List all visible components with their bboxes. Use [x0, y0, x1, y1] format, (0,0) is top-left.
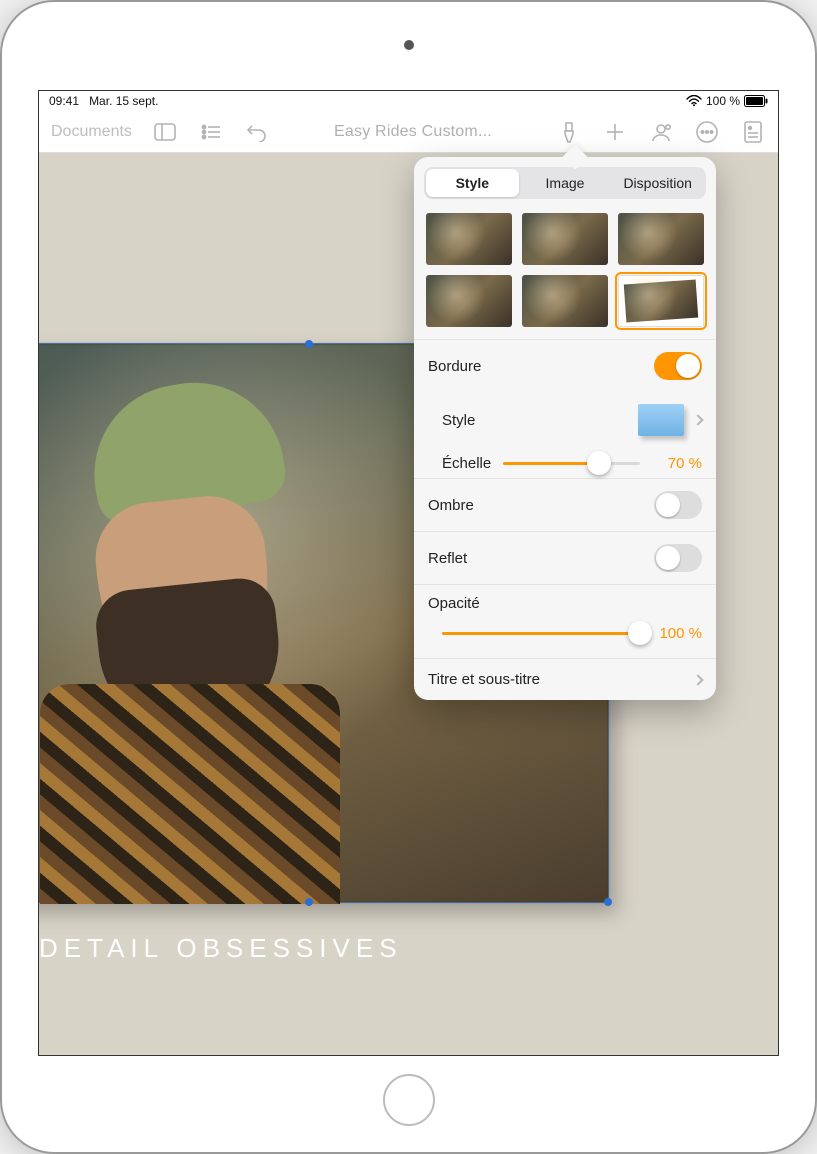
border-style-label: Style: [442, 412, 475, 429]
opacite-row: Opacité 100 %: [414, 584, 716, 658]
titre-row[interactable]: Titre et sous-titre: [414, 658, 716, 700]
bordure-label: Bordure: [428, 358, 481, 375]
page-thumbnails-icon[interactable]: [740, 119, 766, 145]
battery-percent: 100 %: [706, 94, 740, 108]
front-camera: [404, 40, 414, 50]
status-right: 100 %: [686, 94, 768, 108]
resize-handle[interactable]: [305, 340, 313, 348]
collaborate-icon[interactable]: [648, 119, 674, 145]
style-row[interactable]: Style: [414, 392, 716, 448]
style-preset[interactable]: [426, 213, 512, 265]
style-preset-selected[interactable]: [618, 275, 704, 327]
style-preset[interactable]: [618, 213, 704, 265]
battery-icon: [744, 95, 768, 107]
document-title[interactable]: Easy Rides Custom...: [334, 123, 492, 141]
ombre-toggle[interactable]: [654, 491, 702, 519]
more-icon[interactable]: [694, 119, 720, 145]
ombre-row: Ombre: [414, 478, 716, 531]
undo-icon[interactable]: [244, 119, 270, 145]
ipad-frame: 09:41 Mar. 15 sept. 100 % Documents: [0, 0, 817, 1154]
style-preset[interactable]: [522, 213, 608, 265]
status-time: 09:41: [49, 94, 79, 108]
opacite-slider[interactable]: [442, 622, 640, 644]
tab-style[interactable]: Style: [426, 169, 519, 197]
style-preset[interactable]: [522, 275, 608, 327]
reflet-toggle[interactable]: [654, 544, 702, 572]
echelle-slider[interactable]: [503, 452, 640, 474]
echelle-value: 70 %: [650, 455, 702, 472]
border-style-swatch: [638, 404, 684, 436]
status-date: Mar. 15 sept.: [89, 94, 158, 108]
reflet-row: Reflet: [414, 531, 716, 584]
ombre-label: Ombre: [428, 497, 474, 514]
resize-handle[interactable]: [604, 898, 612, 906]
echelle-row: Échelle 70 %: [414, 448, 716, 478]
outline-icon[interactable]: [198, 119, 224, 145]
wifi-icon: [686, 95, 702, 107]
style-preset[interactable]: [426, 275, 512, 327]
sidebar-toggle-icon[interactable]: [152, 119, 178, 145]
bordure-toggle[interactable]: [654, 352, 702, 380]
format-brush-icon[interactable]: [556, 119, 582, 145]
reflet-label: Reflet: [428, 550, 467, 567]
opacite-value: 100 %: [650, 625, 702, 642]
format-popover: Style Image Disposition Bordure Style: [414, 157, 716, 700]
chevron-right-icon: [692, 414, 703, 425]
documents-back-button[interactable]: Documents: [51, 123, 132, 141]
titre-label: Titre et sous-titre: [428, 671, 540, 688]
toolbar: Documents Easy Rides Custom...: [39, 111, 778, 153]
tab-disposition[interactable]: Disposition: [611, 169, 704, 197]
tab-image[interactable]: Image: [519, 169, 612, 197]
home-button[interactable]: [383, 1074, 435, 1126]
status-left: 09:41 Mar. 15 sept.: [49, 94, 158, 108]
opacite-label: Opacité: [428, 595, 702, 612]
screen: 09:41 Mar. 15 sept. 100 % Documents: [38, 90, 779, 1056]
bordure-row: Bordure: [414, 339, 716, 392]
resize-handle[interactable]: [305, 898, 313, 906]
style-presets: [414, 207, 716, 339]
chevron-right-icon: [692, 674, 703, 685]
echelle-label: Échelle: [442, 455, 491, 472]
format-tabs: Style Image Disposition: [424, 167, 706, 199]
status-bar: 09:41 Mar. 15 sept. 100 %: [39, 91, 778, 111]
insert-plus-icon[interactable]: [602, 119, 628, 145]
page-caption: DETAIL OBSESSIVES: [39, 933, 403, 964]
